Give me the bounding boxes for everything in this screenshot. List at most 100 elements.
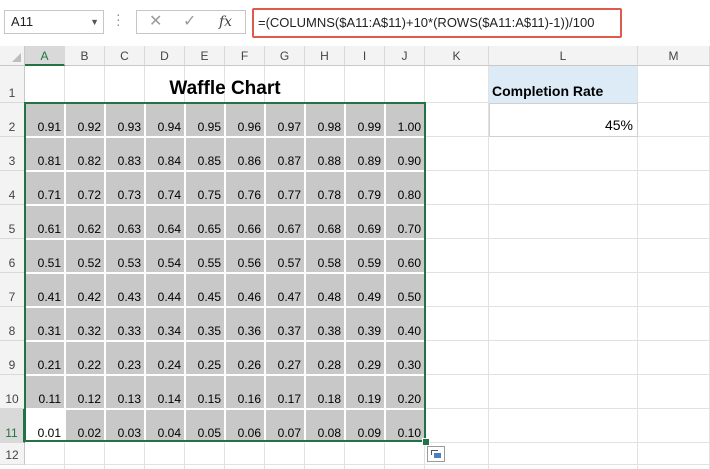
waffle-cell[interactable]: 0.13 [105, 375, 145, 409]
waffle-cell[interactable]: 0.45 [185, 273, 225, 307]
waffle-cell[interactable]: 0.10 [385, 409, 425, 443]
waffle-cell[interactable]: 0.71 [25, 171, 65, 205]
waffle-cell[interactable]: 0.79 [345, 171, 385, 205]
waffle-cell[interactable]: 0.34 [145, 307, 185, 341]
waffle-cell[interactable]: 0.20 [385, 375, 425, 409]
waffle-cell[interactable]: 0.50 [385, 273, 425, 307]
column-header-k[interactable]: K [425, 46, 489, 66]
column-header-b[interactable]: B [65, 46, 105, 66]
waffle-cell[interactable]: 0.21 [25, 341, 65, 375]
row-header-11[interactable]: 11 [0, 409, 25, 443]
waffle-cell[interactable]: 0.83 [105, 137, 145, 171]
waffle-cell[interactable]: 0.02 [65, 409, 105, 443]
column-header-h[interactable]: H [305, 46, 345, 66]
waffle-cell[interactable]: 0.17 [265, 375, 305, 409]
waffle-cell[interactable]: 0.82 [65, 137, 105, 171]
waffle-cell[interactable]: 0.66 [225, 205, 265, 239]
waffle-cell[interactable]: 0.74 [145, 171, 185, 205]
name-box-dropdown-icon[interactable]: ▼ [90, 11, 99, 33]
column-header-f[interactable]: F [225, 46, 265, 66]
waffle-cell[interactable]: 0.41 [25, 273, 65, 307]
waffle-cell[interactable]: 0.68 [305, 205, 345, 239]
waffle-cell[interactable]: 0.53 [105, 239, 145, 273]
waffle-cell[interactable]: 0.44 [145, 273, 185, 307]
waffle-cell[interactable]: 0.07 [265, 409, 305, 443]
waffle-cell[interactable]: 0.64 [145, 205, 185, 239]
waffle-cell[interactable]: 0.99 [345, 103, 385, 137]
fill-handle[interactable] [422, 438, 430, 446]
waffle-cell[interactable]: 0.77 [265, 171, 305, 205]
waffle-cell[interactable]: 0.78 [305, 171, 345, 205]
waffle-cell[interactable]: 0.72 [65, 171, 105, 205]
waffle-cell[interactable]: 0.97 [265, 103, 305, 137]
active-cell[interactable]: 0.01 [25, 409, 65, 443]
waffle-cell[interactable]: 0.73 [105, 171, 145, 205]
waffle-cell[interactable]: 0.11 [25, 375, 65, 409]
waffle-cell[interactable]: 0.61 [25, 205, 65, 239]
waffle-cell[interactable]: 0.55 [185, 239, 225, 273]
waffle-cell[interactable]: 0.89 [345, 137, 385, 171]
waffle-cell[interactable]: 0.57 [265, 239, 305, 273]
waffle-cell[interactable]: 0.94 [145, 103, 185, 137]
row-header-1[interactable]: 1 [0, 66, 25, 103]
row-header-10[interactable]: 10 [0, 375, 25, 409]
enter-check-icon[interactable]: ✓ [183, 13, 196, 31]
waffle-cell[interactable]: 0.60 [385, 239, 425, 273]
column-header-j[interactable]: J [385, 46, 425, 66]
waffle-cell[interactable]: 0.70 [385, 205, 425, 239]
waffle-cell[interactable]: 0.22 [65, 341, 105, 375]
waffle-cell[interactable]: 0.65 [185, 205, 225, 239]
insert-function-icon[interactable]: fx [219, 13, 232, 31]
column-header-g[interactable]: G [265, 46, 305, 66]
waffle-cell[interactable]: 0.04 [145, 409, 185, 443]
waffle-cell[interactable]: 0.24 [145, 341, 185, 375]
waffle-cell[interactable]: 0.69 [345, 205, 385, 239]
waffle-cell[interactable]: 0.67 [265, 205, 305, 239]
waffle-cell[interactable]: 0.54 [145, 239, 185, 273]
waffle-cell[interactable]: 0.58 [305, 239, 345, 273]
waffle-cell[interactable]: 0.43 [105, 273, 145, 307]
waffle-cell[interactable]: 0.27 [265, 341, 305, 375]
waffle-cell[interactable]: 0.81 [25, 137, 65, 171]
column-header-m[interactable]: M [638, 46, 710, 66]
waffle-cell[interactable]: 0.42 [65, 273, 105, 307]
waffle-cell[interactable]: 0.51 [25, 239, 65, 273]
waffle-cell[interactable]: 0.96 [225, 103, 265, 137]
waffle-cell[interactable]: 0.63 [105, 205, 145, 239]
waffle-cell[interactable]: 0.25 [185, 341, 225, 375]
waffle-cell[interactable]: 0.16 [225, 375, 265, 409]
waffle-cell[interactable]: 0.80 [385, 171, 425, 205]
formula-bar-splitter[interactable]: · · · [116, 7, 122, 32]
column-header-c[interactable]: C [105, 46, 145, 66]
waffle-cell[interactable]: 0.35 [185, 307, 225, 341]
column-header-a[interactable]: A [25, 46, 65, 66]
waffle-cell[interactable]: 0.28 [305, 341, 345, 375]
row-header-2[interactable]: 2 [0, 103, 25, 137]
waffle-cell[interactable]: 0.56 [225, 239, 265, 273]
waffle-cell[interactable]: 0.38 [305, 307, 345, 341]
column-header-e[interactable]: E [185, 46, 225, 66]
waffle-cell[interactable]: 0.90 [385, 137, 425, 171]
waffle-cell[interactable]: 0.46 [225, 273, 265, 307]
waffle-cell[interactable]: 0.52 [65, 239, 105, 273]
waffle-cell[interactable]: 0.03 [105, 409, 145, 443]
waffle-cell[interactable]: 0.09 [345, 409, 385, 443]
waffle-cell[interactable]: 0.47 [265, 273, 305, 307]
waffle-cell[interactable]: 0.37 [265, 307, 305, 341]
waffle-cell[interactable]: 0.30 [385, 341, 425, 375]
column-header-l[interactable]: L [489, 46, 638, 66]
row-header-9[interactable]: 9 [0, 341, 25, 375]
waffle-cell[interactable]: 0.95 [185, 103, 225, 137]
row-header-7[interactable]: 7 [0, 273, 25, 307]
waffle-cell[interactable]: 0.49 [345, 273, 385, 307]
waffle-cell[interactable]: 0.33 [105, 307, 145, 341]
waffle-cell[interactable]: 0.05 [185, 409, 225, 443]
waffle-cell[interactable]: 0.23 [105, 341, 145, 375]
waffle-cell[interactable]: 0.62 [65, 205, 105, 239]
waffle-cell[interactable]: 0.32 [65, 307, 105, 341]
waffle-cell[interactable]: 0.26 [225, 341, 265, 375]
completion-rate-value[interactable]: 45% [489, 103, 638, 137]
cancel-icon[interactable]: ✕ [149, 13, 162, 31]
waffle-cell[interactable]: 0.98 [305, 103, 345, 137]
waffle-cell[interactable]: 0.86 [225, 137, 265, 171]
